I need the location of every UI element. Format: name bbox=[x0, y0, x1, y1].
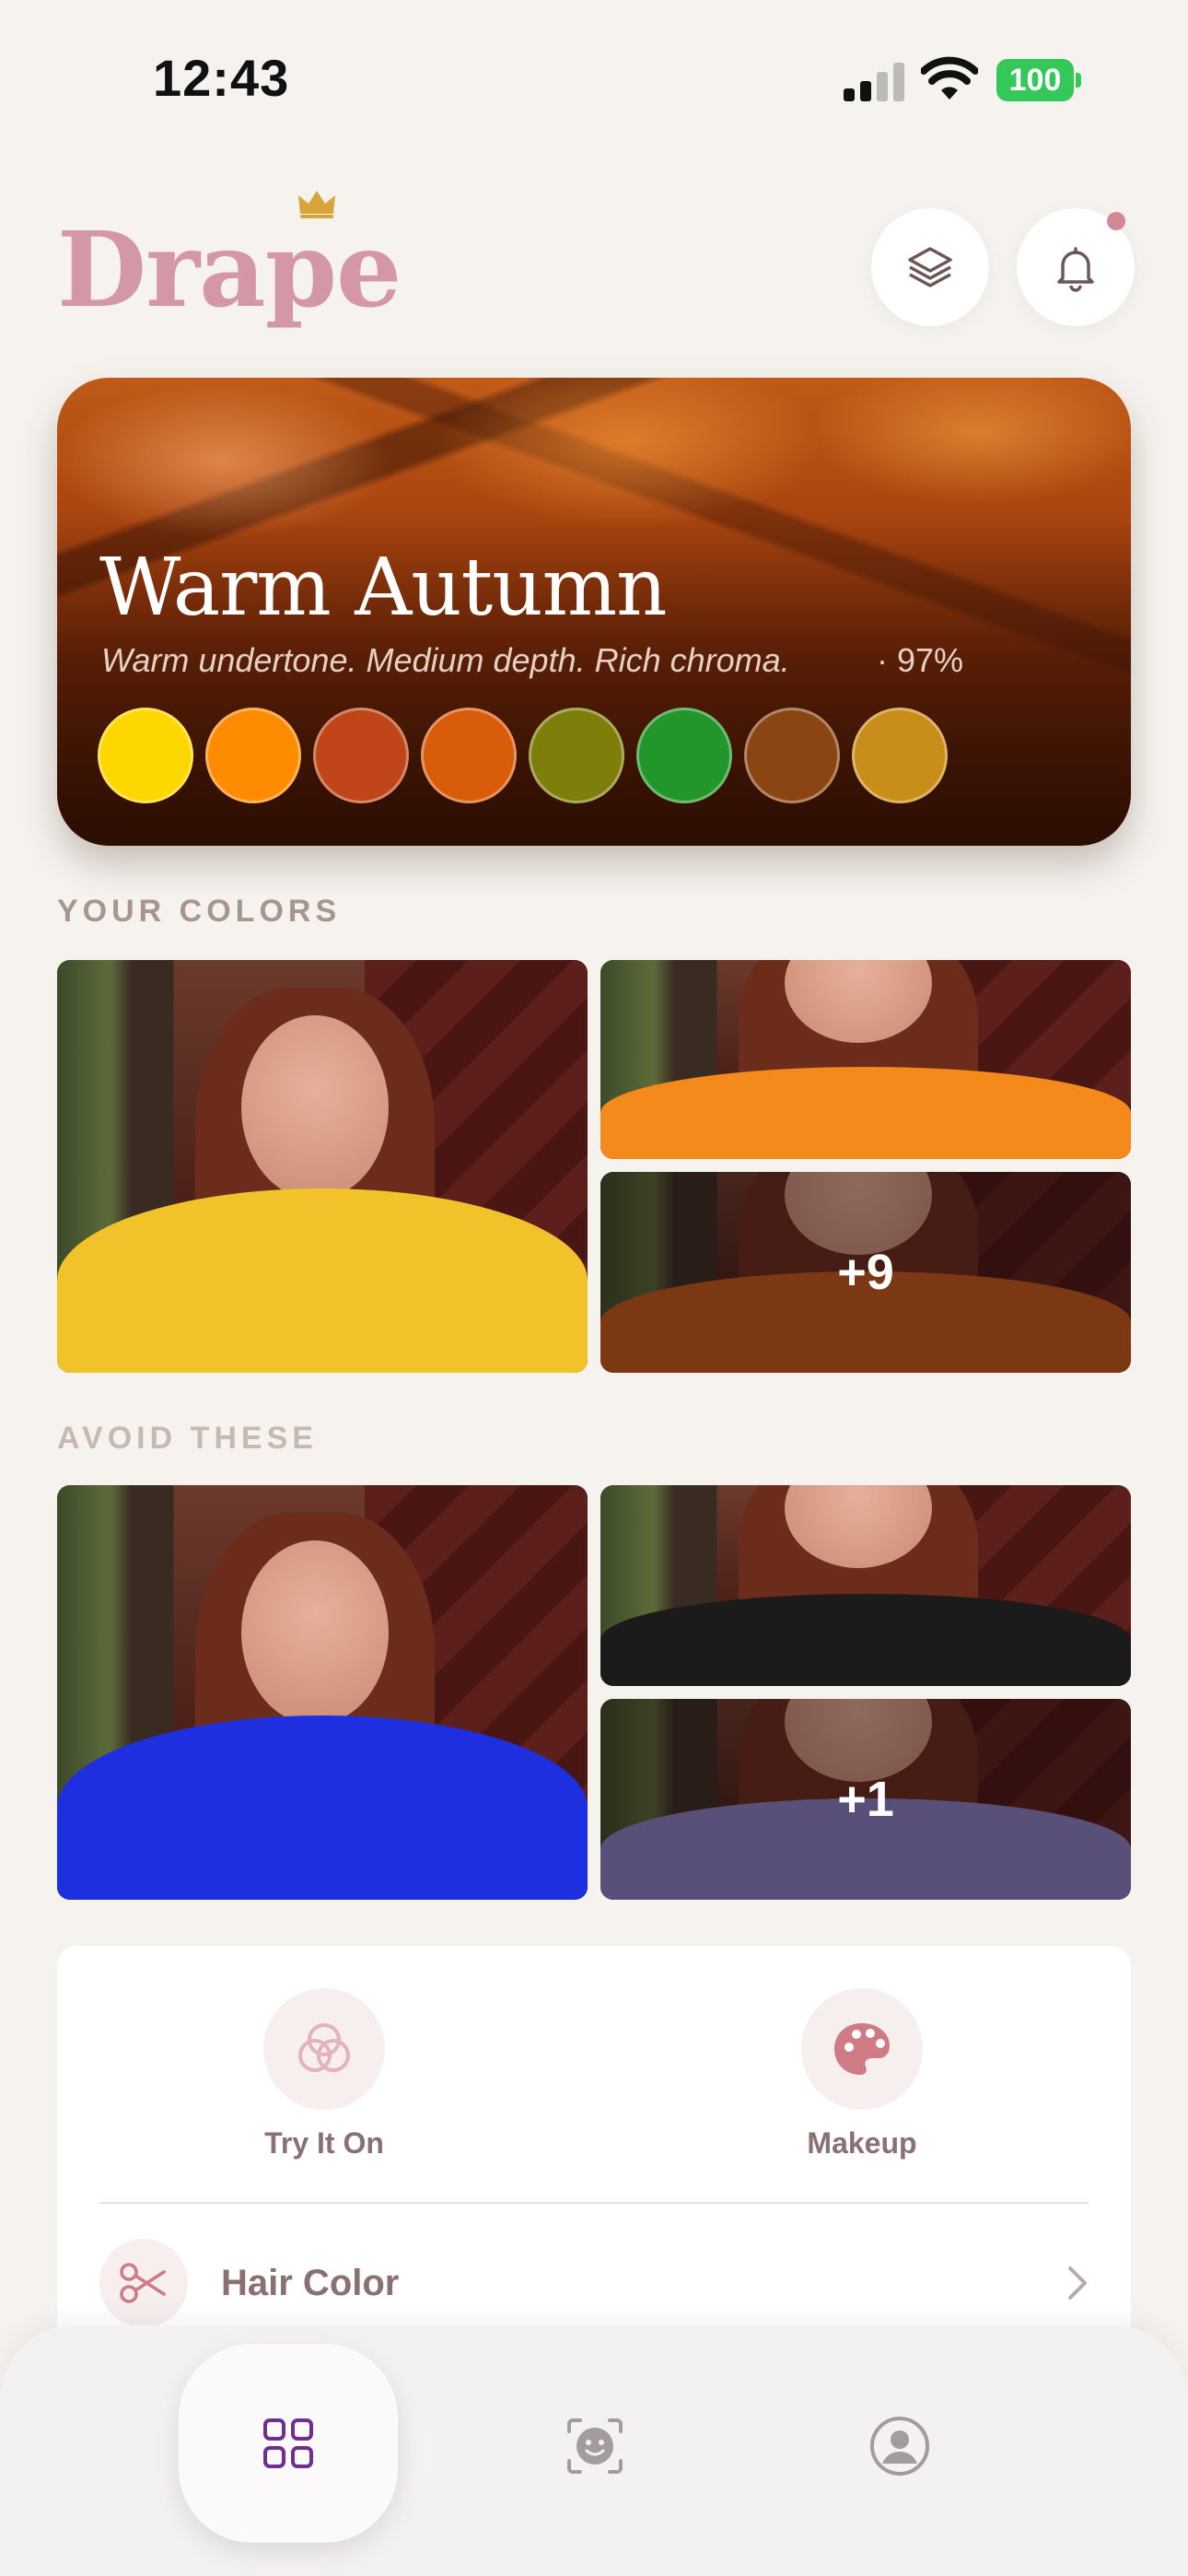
face-scan-icon bbox=[567, 2418, 623, 2474]
layers-button[interactable] bbox=[871, 208, 989, 326]
try-it-on-button[interactable]: Try It On bbox=[186, 1988, 462, 2160]
signal-icon bbox=[844, 63, 904, 101]
shirt-color bbox=[600, 1067, 1131, 1159]
bell-icon bbox=[1057, 247, 1094, 292]
your-colors-photo-2[interactable] bbox=[600, 960, 1131, 1159]
palette-swatch[interactable] bbox=[529, 708, 624, 803]
grid-icon bbox=[263, 2418, 313, 2468]
tab-scan[interactable] bbox=[485, 2346, 705, 2547]
hair-color-label: Hair Color bbox=[221, 2263, 400, 2303]
palette-swatch[interactable] bbox=[98, 708, 193, 803]
avoid-photo-main[interactable] bbox=[57, 1485, 588, 1900]
wifi-icon bbox=[921, 56, 978, 100]
avoid-label: AVOID THESE bbox=[57, 1421, 318, 1456]
palette-swatch[interactable] bbox=[421, 708, 517, 803]
your-colors-label: YOUR COLORS bbox=[57, 894, 342, 929]
season-title: Warm Autumn bbox=[99, 542, 668, 634]
season-description: Warm undertone. Medium depth. Rich chrom… bbox=[101, 641, 790, 679]
layers-icon bbox=[908, 247, 952, 287]
scissors-icon bbox=[120, 2263, 166, 2303]
season-match: · 97% bbox=[877, 641, 964, 679]
shirt-color bbox=[57, 1715, 588, 1900]
overlap-circles-icon bbox=[298, 2023, 350, 2072]
try-it-on-label: Try It On bbox=[264, 2126, 384, 2160]
more-count: +9 bbox=[837, 1245, 894, 1300]
status-time: 12:43 bbox=[153, 49, 290, 107]
hair-color-row[interactable]: Hair Color bbox=[99, 2239, 1089, 2327]
season-card[interactable]: Warm Autumn Warm undertone. Medium depth… bbox=[57, 378, 1131, 846]
tab-home[interactable] bbox=[179, 2344, 398, 2543]
palette-swatch[interactable] bbox=[852, 708, 948, 803]
palette-swatch[interactable] bbox=[313, 708, 409, 803]
avoid-photo-more[interactable]: +1 bbox=[600, 1699, 1131, 1900]
avoid-photo-2[interactable] bbox=[600, 1485, 1131, 1686]
your-colors-photo-main[interactable] bbox=[57, 960, 588, 1373]
battery-indicator: 100 bbox=[996, 59, 1081, 103]
palette-swatch[interactable] bbox=[636, 708, 732, 803]
palette-icon bbox=[834, 2023, 890, 2075]
status-bar: 12:43 100 bbox=[0, 0, 1188, 157]
tab-bar bbox=[0, 2325, 1188, 2576]
notification-badge bbox=[1107, 212, 1125, 230]
more-count: +1 bbox=[837, 1772, 894, 1827]
palette-swatch[interactable] bbox=[744, 708, 840, 803]
shirt-color bbox=[57, 1188, 588, 1373]
battery-level: 100 bbox=[996, 59, 1074, 101]
palette-swatch[interactable] bbox=[205, 708, 301, 803]
profile-icon bbox=[870, 2417, 929, 2476]
your-colors-photo-more[interactable]: +9 bbox=[600, 1172, 1131, 1373]
shirt-color bbox=[600, 1594, 1131, 1686]
makeup-button[interactable]: Makeup bbox=[724, 1988, 1000, 2160]
divider bbox=[99, 2202, 1089, 2204]
app-logo: Drape bbox=[57, 210, 402, 331]
makeup-label: Makeup bbox=[807, 2126, 917, 2160]
tab-profile[interactable] bbox=[790, 2346, 1009, 2547]
chevron-right-icon bbox=[1068, 2266, 1087, 2300]
